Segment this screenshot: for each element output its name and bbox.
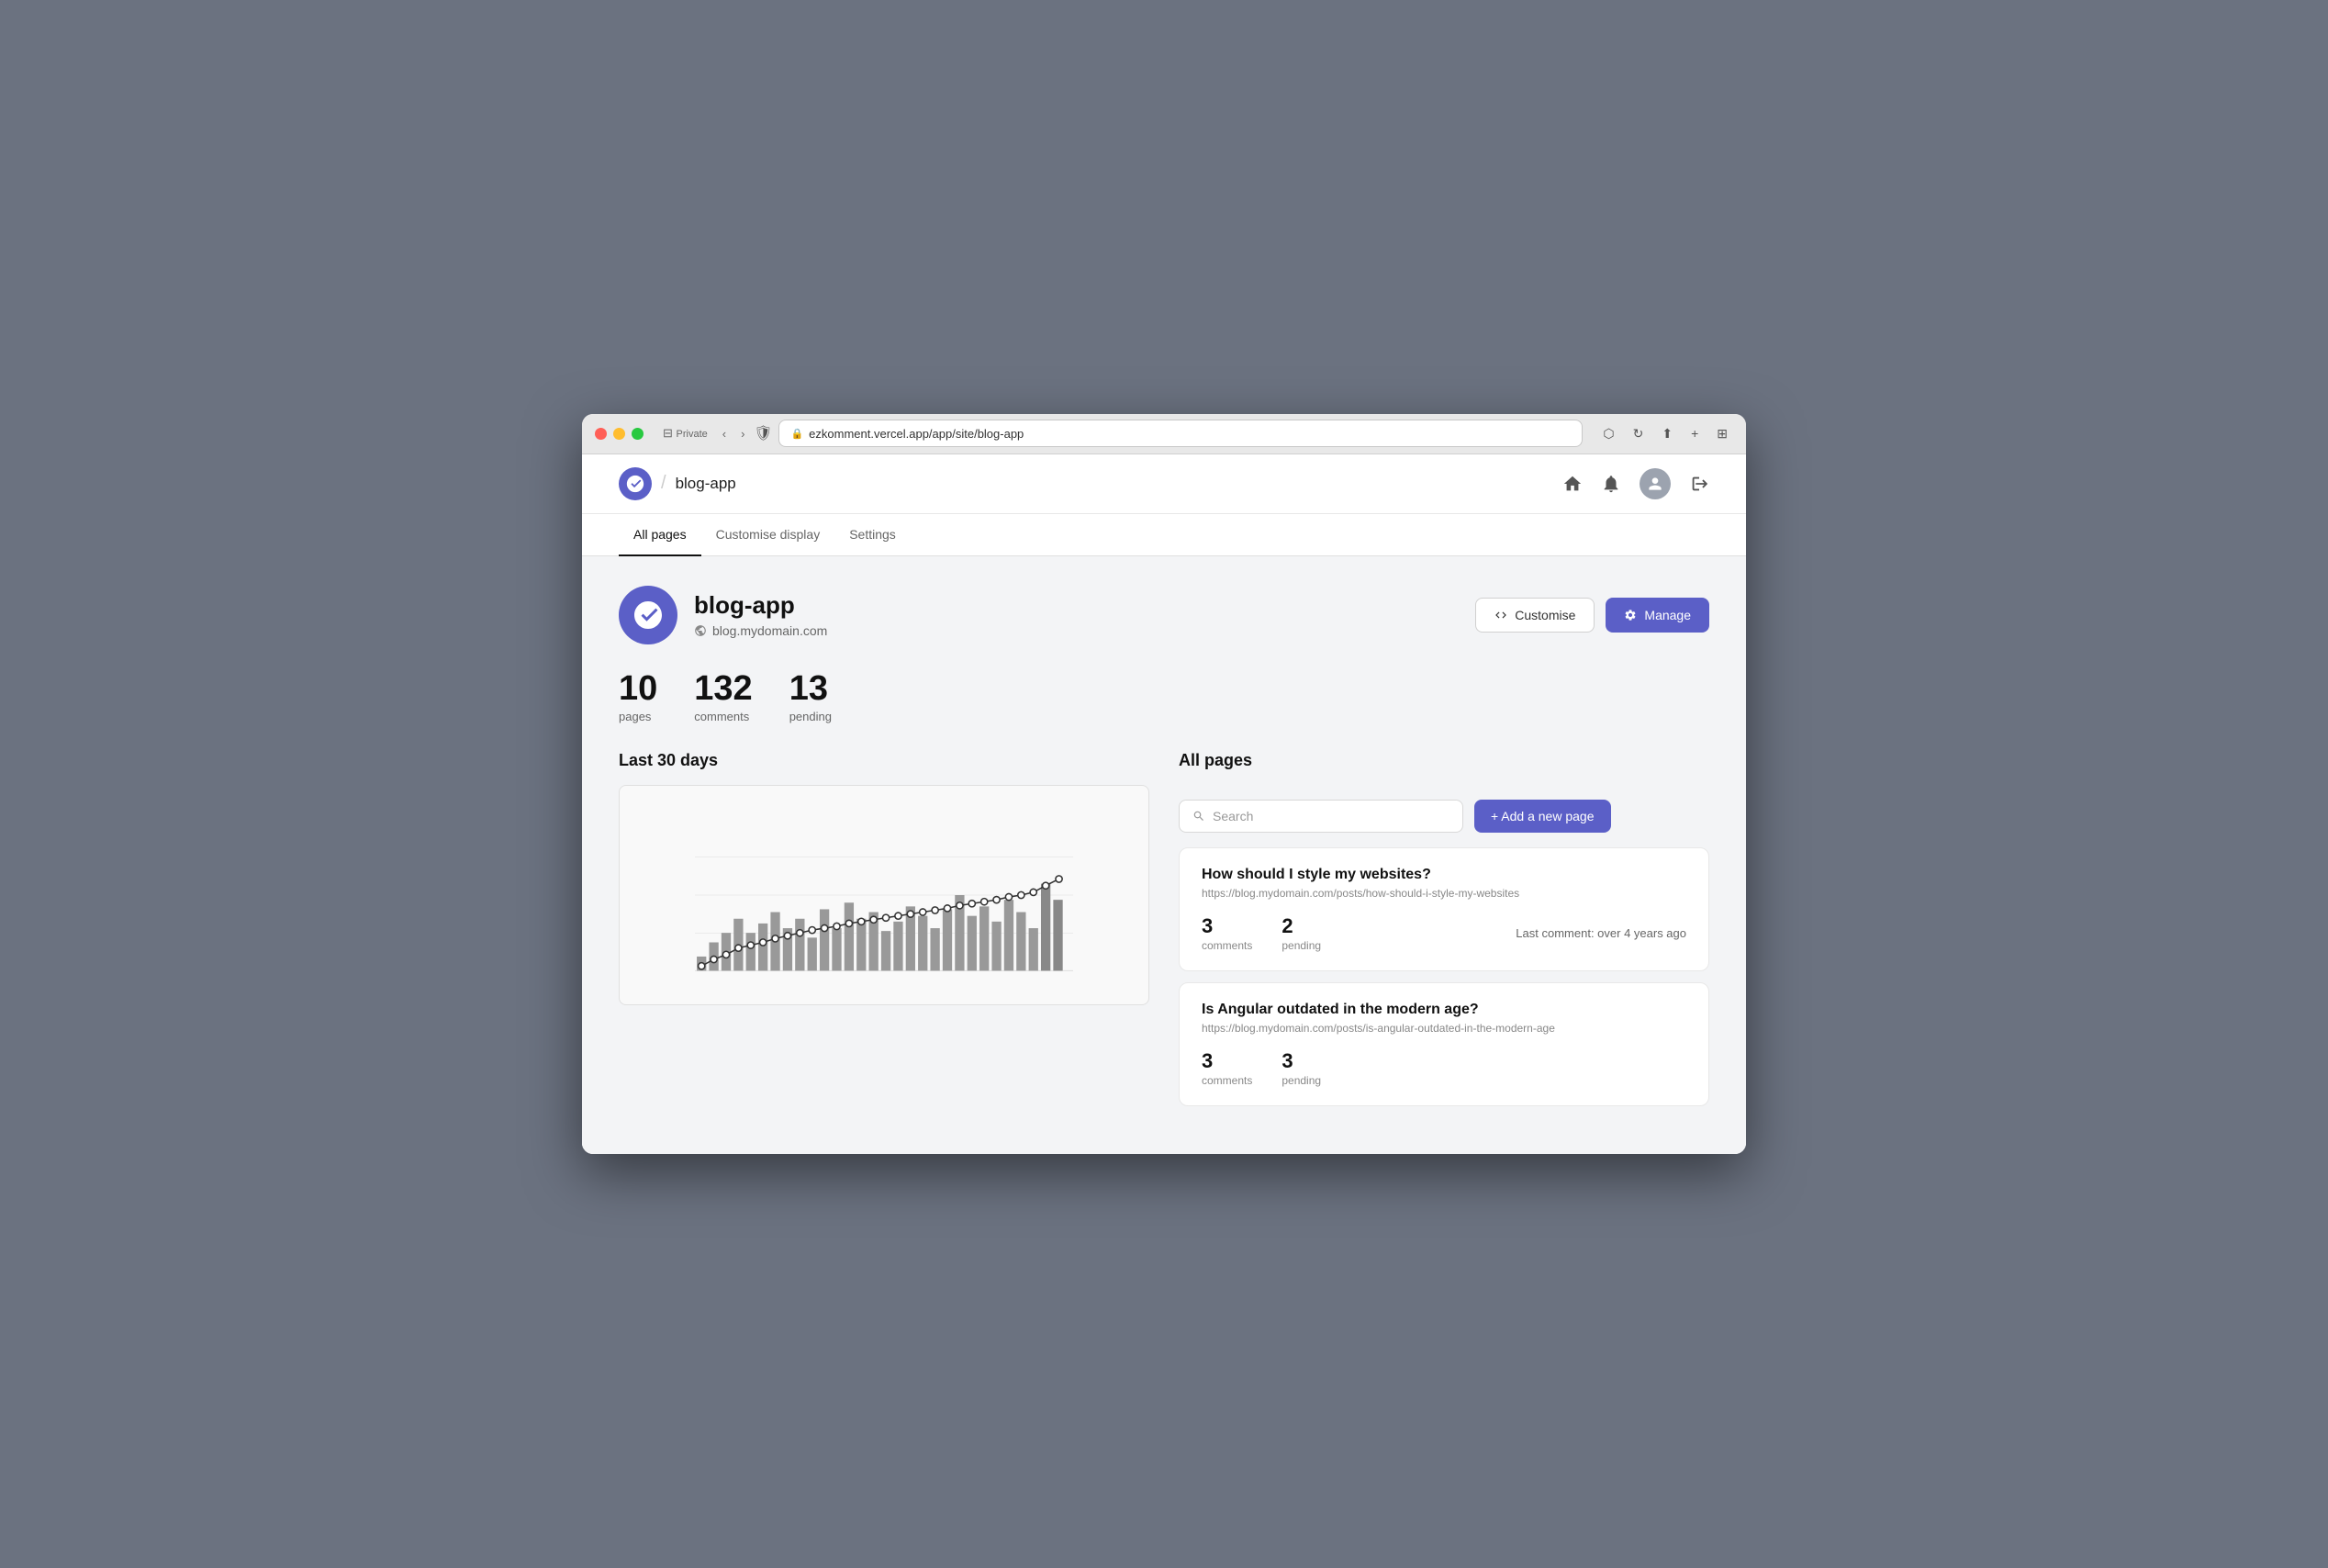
url-text: ezkomment.vercel.app/app/site/blog-app [809,427,1024,441]
maximize-button[interactable] [632,428,644,440]
all-pages-title: All pages [1179,751,1252,770]
site-logo [619,586,677,644]
reload-icon[interactable]: ↻ [1628,423,1650,444]
share-icon[interactable]: ⬆ [1656,423,1678,444]
page-stats-2: 3 comments 3 pending [1202,1049,1686,1087]
browser-window: ⊟ Private ‹ › 🛡 🔒 ezkomment.vercel.app/a… [582,414,1746,1155]
code-icon [1494,609,1507,622]
pages-header: All pages [1179,751,1709,785]
brand: / blog-app [619,467,736,500]
chart-title: Last 30 days [619,751,1149,770]
globe-icon [694,624,707,637]
private-mode-icon[interactable]: ⊟ Private [658,424,712,442]
tab-all-pages[interactable]: All pages [619,514,701,556]
search-icon [1192,810,1205,823]
stat-comments-value: 132 [694,670,752,709]
forward-button[interactable]: › [736,425,749,442]
stat-comments-label: comments [694,710,752,723]
add-page-label: + Add a new page [1491,809,1595,823]
search-bar[interactable]: Search [1179,800,1463,833]
main-content: blog-app blog.mydomain.com Customise [582,556,1746,1155]
logout-button[interactable] [1689,474,1709,494]
site-header: blog-app blog.mydomain.com Customise [619,586,1709,644]
page-title-2: Is Angular outdated in the modern age? [1202,1002,1686,1018]
nav-icons [1562,468,1709,499]
manage-label: Manage [1644,608,1691,622]
back-button[interactable]: ‹ [718,425,731,442]
page-stats-1: 3 comments 2 pending Last comment: over … [1202,914,1686,952]
customise-label: Customise [1515,608,1575,622]
page-pending-2: 3 pending [1282,1049,1321,1087]
page-pending-value-2: 3 [1282,1049,1321,1073]
stats-row: 10 pages 132 comments 13 pending [619,670,1709,724]
chart-container [619,785,1149,1005]
new-tab-icon[interactable]: + [1685,423,1704,443]
right-column: All pages Search + Add a new page How [1179,751,1709,1117]
shield-icon: 🛡 [755,425,771,442]
stat-pending-value: 13 [789,670,832,709]
address-bar[interactable]: 🔒 ezkomment.vercel.app/app/site/blog-app [778,420,1583,447]
stat-pages-value: 10 [619,670,657,709]
tab-settings[interactable]: Settings [834,514,911,556]
site-domain: blog.mydomain.com [712,623,827,638]
page-pending-value-1: 2 [1282,914,1321,938]
traffic-lights [595,428,644,440]
manage-button[interactable]: Manage [1606,598,1709,633]
brand-name: blog-app [676,475,736,493]
tab-customise-display[interactable]: Customise display [701,514,835,556]
close-button[interactable] [595,428,607,440]
site-details: blog-app blog.mydomain.com [694,591,827,638]
page-comments-1: 3 comments [1202,914,1252,952]
stat-pages: 10 pages [619,670,657,724]
top-nav: / blog-app [582,454,1746,514]
page-title-1: How should I style my websites? [1202,867,1686,883]
left-column: Last 30 days [619,751,1149,1117]
titlebar-actions: ⬡ ↻ ⬆ + ⊞ [1597,423,1733,444]
add-page-button[interactable]: + Add a new page [1474,800,1611,833]
site-name: blog-app [694,591,827,620]
nav-buttons: ⊟ Private ‹ › 🛡 [658,424,771,442]
stat-pages-label: pages [619,710,657,723]
avatar[interactable] [1640,468,1671,499]
site-actions: Customise Manage [1475,598,1709,633]
titlebar: ⊟ Private ‹ › 🛡 🔒 ezkomment.vercel.app/a… [582,414,1746,454]
page-comments-2: 3 comments [1202,1049,1252,1087]
search-add-row: Search + Add a new page [1179,800,1709,833]
page-comments-value-1: 3 [1202,914,1252,938]
stat-comments: 132 comments [694,670,752,724]
page-url-1: https://blog.mydomain.com/posts/how-shou… [1202,887,1686,900]
home-button[interactable] [1562,474,1583,494]
site-info: blog-app blog.mydomain.com [619,586,827,644]
gear-icon [1624,609,1637,622]
brand-logo [619,467,652,500]
page-pending-1: 2 pending [1282,914,1321,952]
stat-pending-label: pending [789,710,832,723]
page-comments-value-2: 3 [1202,1049,1252,1073]
app-content: / blog-app All pages Custom [582,454,1746,1155]
minimize-button[interactable] [613,428,625,440]
notifications-button[interactable] [1601,474,1621,494]
cast-icon[interactable]: ⬡ [1597,423,1619,444]
customise-button[interactable]: Customise [1475,598,1595,633]
chart-svg [634,801,1134,990]
two-col-layout: Last 30 days [619,751,1709,1117]
stat-pending: 13 pending [789,670,832,724]
page-card-2[interactable]: Is Angular outdated in the modern age? h… [1179,982,1709,1106]
page-last-comment-1: Last comment: over 4 years ago [1516,926,1686,940]
page-card[interactable]: How should I style my websites? https://… [1179,847,1709,971]
search-placeholder: Search [1213,809,1253,823]
grid-icon[interactable]: ⊞ [1711,423,1733,444]
lock-icon: 🔒 [790,428,803,440]
page-url-2: https://blog.mydomain.com/posts/is-angul… [1202,1022,1686,1035]
site-domain-row: blog.mydomain.com [694,623,827,638]
brand-separator: / [661,473,666,494]
tab-nav: All pages Customise display Settings [582,514,1746,556]
